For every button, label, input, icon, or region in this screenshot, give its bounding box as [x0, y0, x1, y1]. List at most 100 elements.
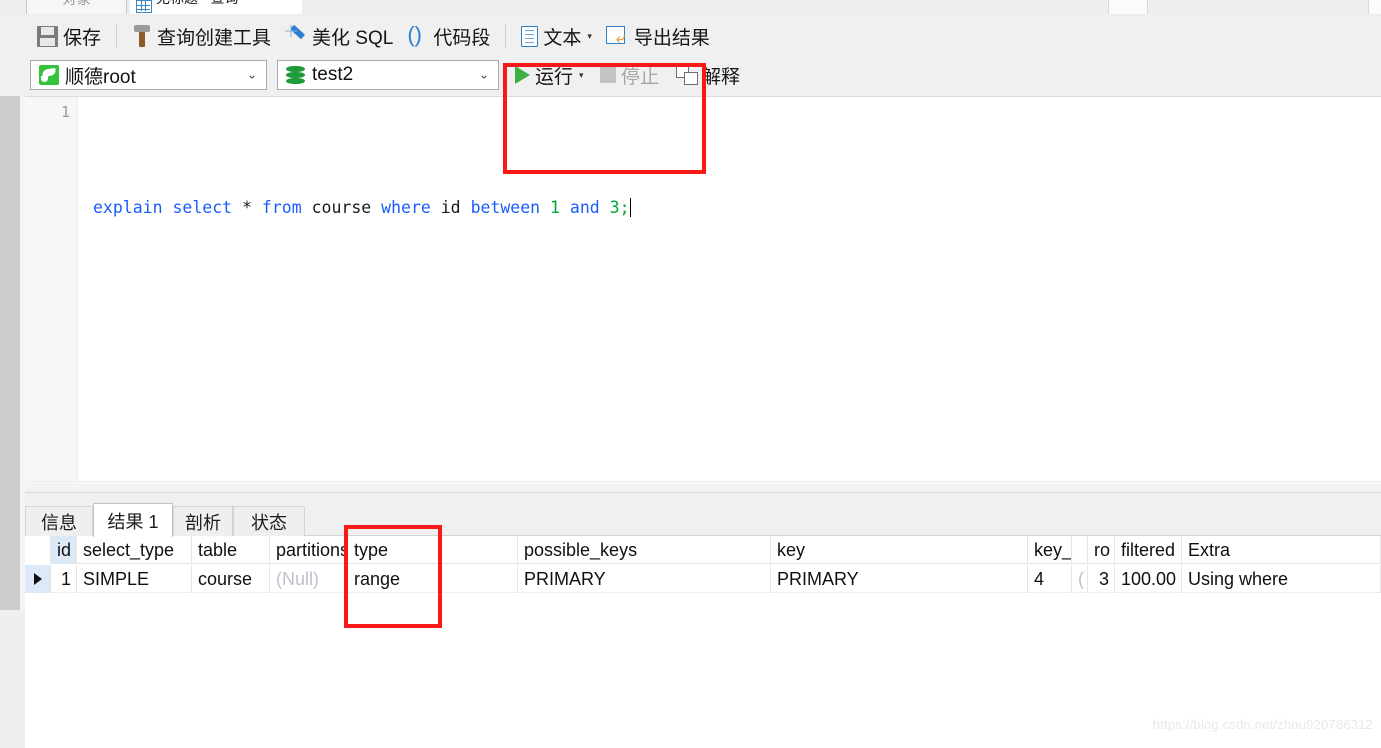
token-select: select [172, 198, 233, 217]
token-space-5 [560, 198, 570, 217]
cell-type[interactable]: range [348, 565, 518, 593]
cell-extra[interactable]: Using where [1182, 565, 1381, 593]
token-space-3 [252, 198, 262, 217]
text-cursor [629, 198, 631, 217]
export-result-button[interactable]: 导出结果 [599, 21, 717, 51]
editor-results-splitter[interactable] [25, 490, 1381, 502]
col-header-possible-keys[interactable]: possible_keys [518, 536, 771, 564]
database-select[interactable]: test2 ⌄ [277, 60, 499, 90]
chevron-down-icon[interactable]: ▾ [579, 70, 584, 80]
token-semicolon: ; [619, 198, 630, 217]
window-tab-strip: 对象 无标题 - 查询 [0, 0, 1381, 16]
token-where: where [381, 198, 431, 217]
tab-info-label: 信息 [41, 512, 77, 533]
navicat-query-window: 对象 无标题 - 查询 保存 查询创建工具 美化 SQL () 代码段 [0, 0, 1381, 748]
col-header-filtered[interactable]: filtered [1115, 536, 1182, 564]
query-grid-icon [136, 0, 152, 13]
tab-status[interactable]: 状态 [233, 506, 305, 536]
tab-extra-right[interactable] [1108, 0, 1148, 14]
stop-button: 停止 [600, 61, 659, 89]
sql-editor[interactable]: 1 explain select * from course where id … [25, 96, 1381, 491]
text-view-button[interactable]: 文本 ▾ [514, 21, 599, 51]
editor-horizontal-scrollbar[interactable] [25, 481, 1381, 490]
editor-line-gutter: 1 [25, 97, 78, 491]
play-icon [515, 66, 530, 84]
token-space-4 [540, 198, 550, 217]
cell-key-len[interactable]: 4 [1028, 565, 1072, 593]
col-header-rows[interactable]: ro [1088, 536, 1115, 564]
query-builder-label: 查询创建工具 [157, 27, 272, 49]
cell-select-type[interactable]: SIMPLE [77, 565, 192, 593]
explain-icon [676, 66, 698, 85]
token-between: between [470, 198, 541, 217]
main-toolbar: 保存 查询创建工具 美化 SQL () 代码段 文本 ▾ 导出结果 [0, 16, 1381, 56]
cell-ref[interactable]: ( [1072, 565, 1088, 593]
editor-scrollbar-thumb[interactable] [25, 483, 1381, 490]
col-header-id[interactable]: id [51, 536, 77, 564]
explain-button[interactable]: 解释 [676, 61, 740, 89]
save-button[interactable]: 保存 [30, 21, 108, 51]
tab-far-right[interactable] [1368, 0, 1381, 14]
token-space-2 [232, 198, 242, 217]
tab-result-1[interactable]: 结果 1 [93, 503, 173, 537]
cell-id[interactable]: 1 [51, 565, 77, 593]
table-row[interactable]: 1 SIMPLE course (Null) range PRIMARY PRI… [25, 565, 1381, 593]
code-snippet-button[interactable]: () 代码段 [400, 21, 497, 51]
chevron-down-icon[interactable]: ▾ [587, 31, 592, 41]
cell-possible-keys[interactable]: PRIMARY [518, 565, 771, 593]
chevron-down-icon: ⌄ [478, 67, 489, 82]
cell-key[interactable]: PRIMARY [771, 565, 1028, 593]
mysql-dolphin-icon [39, 65, 59, 85]
col-header-select-type[interactable]: select_type [77, 536, 192, 564]
col-header-ref[interactable] [1072, 536, 1088, 564]
hammer-icon [132, 25, 152, 47]
connection-bar: 顺德root ⌄ test2 ⌄ 运行 ▾ 停止 解释 [0, 56, 1381, 94]
cell-table[interactable]: course [192, 565, 270, 593]
watermark-text: https://blog.csdn.net/zhou920786312 [1152, 717, 1373, 732]
token-space-1 [163, 198, 173, 217]
col-header-type[interactable]: type [348, 536, 518, 564]
toolbar-separator-1 [116, 24, 118, 48]
tab-profile[interactable]: 剖析 [173, 506, 233, 536]
toolbar-separator-2 [505, 24, 507, 48]
run-button[interactable]: 运行 ▾ [515, 61, 584, 89]
col-header-partitions[interactable]: partitions [270, 536, 348, 564]
tab-info[interactable]: 信息 [25, 506, 93, 536]
tab-untitled-query-label: 无标题 - 查询 [156, 0, 238, 6]
token-star: * [242, 198, 252, 217]
col-header-table[interactable]: table [192, 536, 270, 564]
tab-result-1-label: 结果 1 [107, 511, 159, 532]
tab-profile-label: 剖析 [185, 512, 221, 533]
cell-filtered[interactable]: 100.00 [1115, 565, 1182, 593]
token-space-6 [600, 198, 610, 217]
run-button-label: 运行 [535, 66, 574, 88]
tab-status-label: 状态 [251, 512, 287, 533]
results-tab-bar: 信息 结果 1 剖析 状态 [25, 502, 1381, 537]
token-number-3: 3 [609, 198, 620, 217]
connection-select-value: 顺德root [65, 66, 136, 88]
sql-code-line[interactable]: explain select * from course where id be… [93, 198, 631, 217]
save-icon [37, 25, 58, 47]
col-header-key[interactable]: key [771, 536, 1028, 564]
col-header-key-len[interactable]: key_l [1028, 536, 1072, 564]
left-lower-panel [0, 610, 25, 748]
beautify-sql-button[interactable]: 美化 SQL [278, 21, 400, 51]
database-select-value: test2 [312, 64, 354, 85]
stop-button-label: 停止 [621, 66, 660, 88]
document-icon [521, 25, 539, 47]
tab-objects[interactable]: 对象 [26, 0, 127, 14]
cell-partitions[interactable]: (Null) [270, 565, 348, 593]
database-icon [286, 65, 306, 86]
left-collapsed-panel[interactable] [0, 96, 20, 610]
cell-rows[interactable]: 3 [1088, 565, 1115, 593]
save-button-label: 保存 [63, 27, 102, 49]
connection-select[interactable]: 顺德root ⌄ [30, 60, 267, 90]
query-builder-button[interactable]: 查询创建工具 [125, 21, 278, 51]
grid-header-row: id select_type table partitions type pos… [25, 536, 1381, 564]
col-header-extra[interactable]: Extra [1182, 536, 1381, 564]
stop-icon [600, 67, 616, 83]
export-icon [605, 25, 629, 47]
token-column-id: id [430, 198, 471, 217]
grid-header-rowmark [25, 536, 51, 564]
tab-untitled-query[interactable]: 无标题 - 查询 [130, 0, 302, 14]
